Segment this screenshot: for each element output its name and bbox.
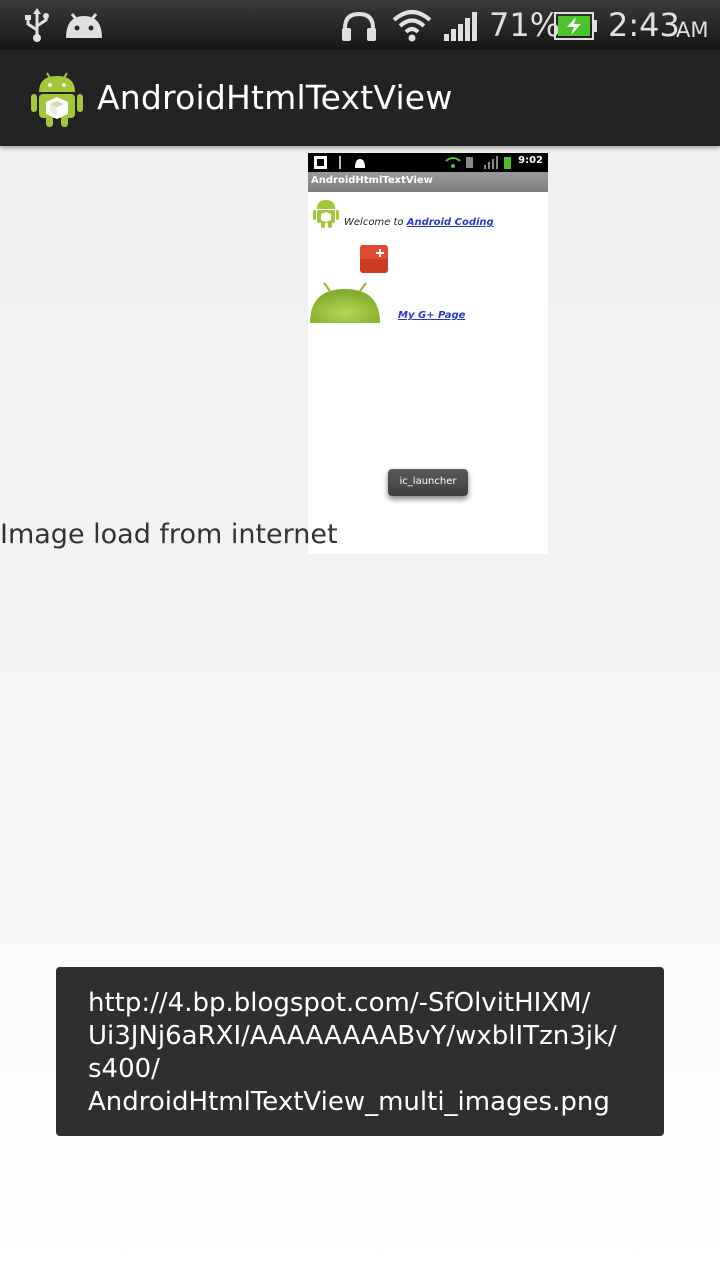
embedded-android-icon [312, 197, 340, 233]
image-caption: Image load from internet [0, 519, 338, 550]
google-plus-icon [360, 245, 388, 277]
battery-percent: 71% [489, 6, 561, 44]
embedded-welcome-prefix: Welcome to [344, 217, 407, 228]
android-debug-icon [64, 10, 104, 44]
toast-url-text: http://4.bp.blogspot.com/-SfOlvitHIXM/ U… [88, 988, 617, 1117]
usb-icon [22, 8, 52, 46]
toast-message: http://4.bp.blogspot.com/-SfOlvitHIXM/ U… [56, 967, 664, 1136]
embedded-welcome-text: Welcome to Android Coding [344, 217, 494, 228]
embedded-status-icons [314, 156, 511, 169]
embedded-status-bar: 9:02 [308, 153, 548, 172]
embedded-title-bar: AndroidHtmlTextView [308, 172, 548, 192]
embedded-screenshot-image: 9:02 AndroidHtmlTextView Welcome to Andr… [308, 153, 548, 554]
embedded-clock: 9:02 [518, 155, 543, 166]
wifi-icon [392, 8, 432, 46]
headphones-icon [340, 10, 378, 46]
status-bar: 71% 2:43 AM [0, 0, 720, 50]
android-launcher-icon[interactable] [30, 70, 84, 128]
action-bar: AndroidHtmlTextView [0, 50, 720, 146]
battery-charging-icon [554, 12, 598, 44]
app-title: AndroidHtmlTextView [97, 78, 453, 117]
embedded-title: AndroidHtmlTextView [311, 175, 433, 186]
large-android-head-icon [308, 281, 382, 327]
embedded-gplus-link: My G+ Page [398, 310, 466, 321]
embedded-toast-text: ic_launcher [399, 476, 457, 487]
clock-time: 2:43 [608, 6, 680, 44]
embedded-toast: ic_launcher [388, 469, 468, 496]
embedded-android-coding-link: Android Coding [406, 217, 494, 228]
signal-icon [444, 12, 478, 46]
clock-ampm: AM [676, 18, 709, 42]
